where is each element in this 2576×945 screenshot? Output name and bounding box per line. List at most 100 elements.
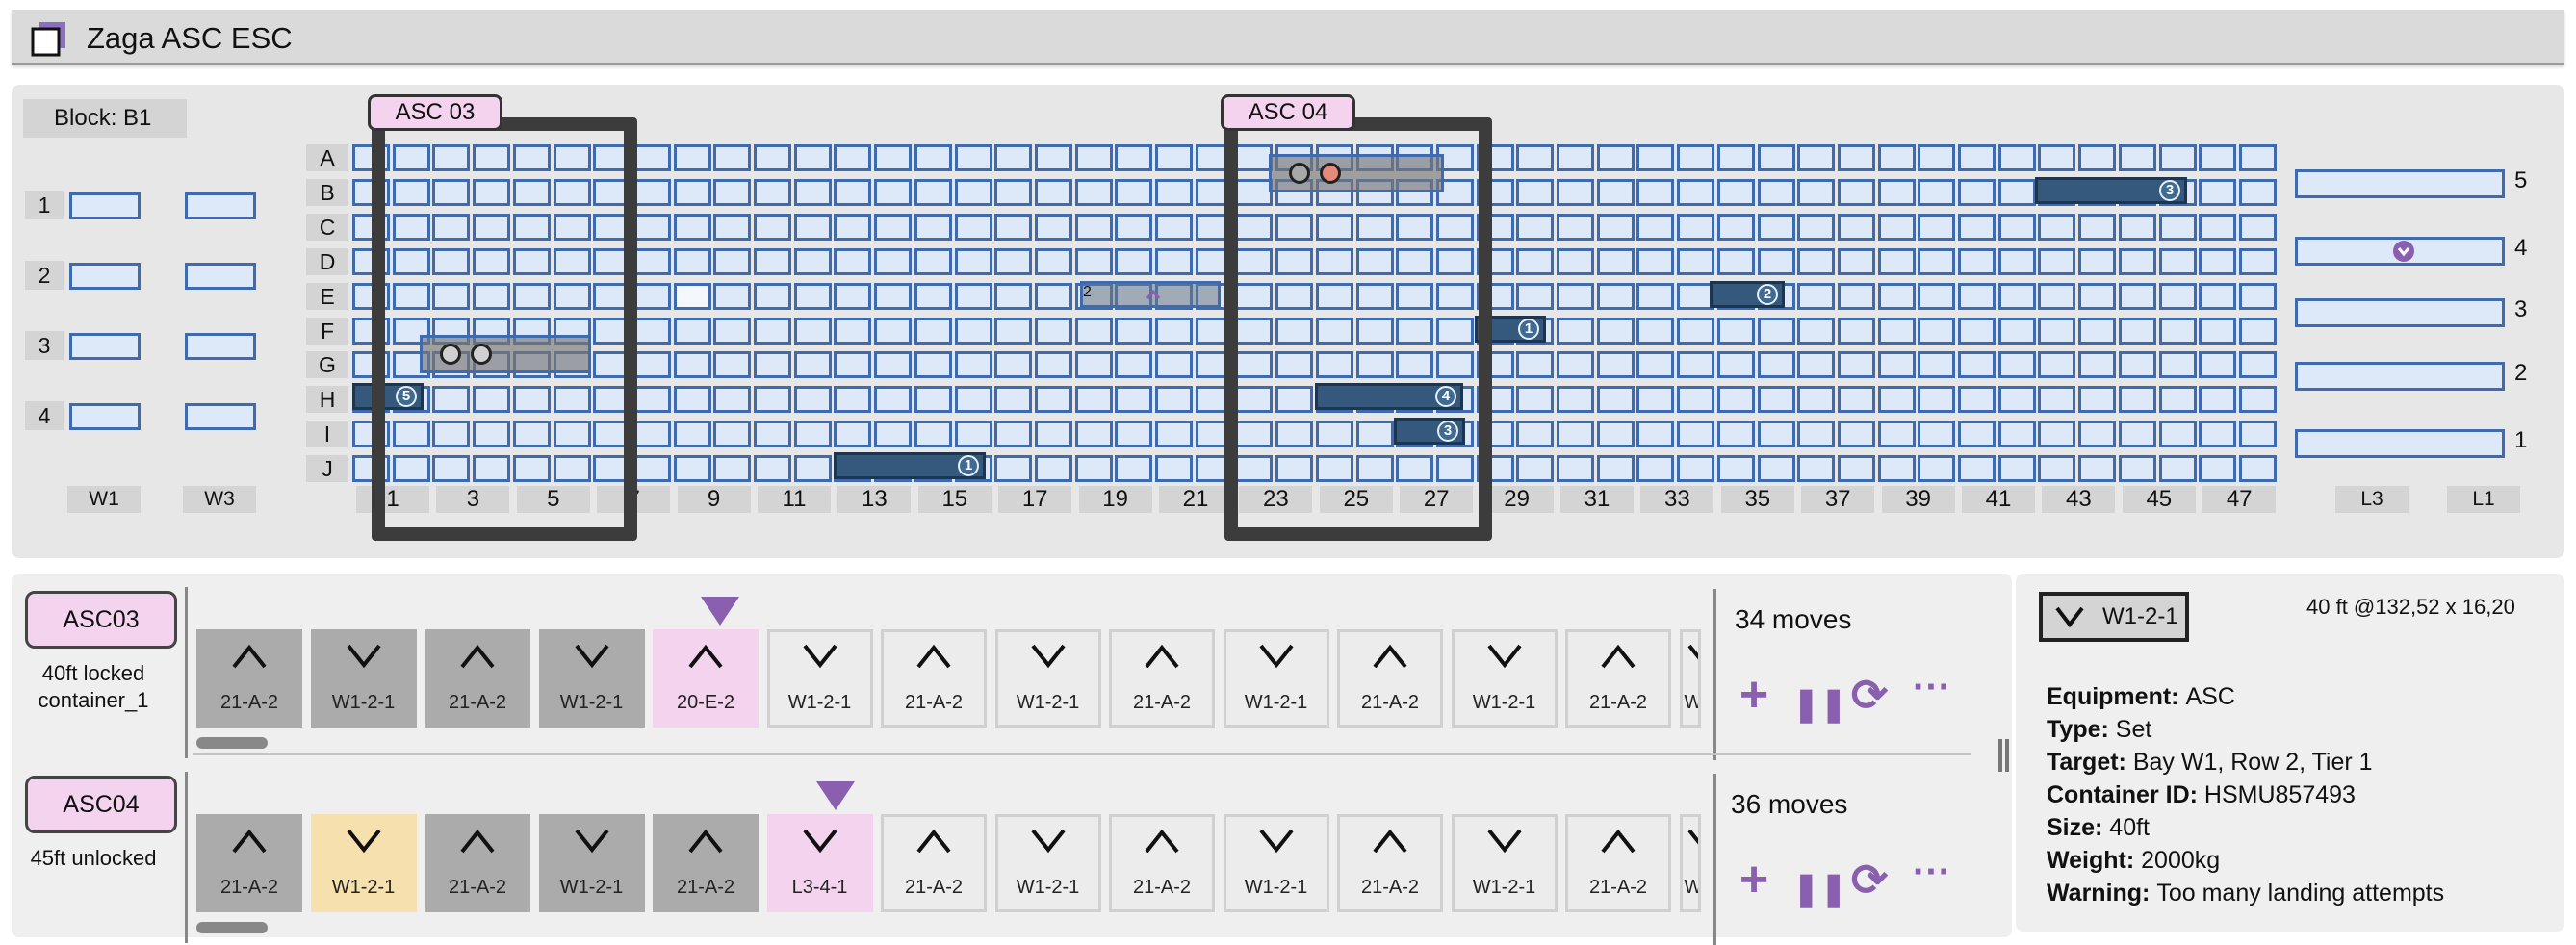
slot-cell[interactable] — [632, 317, 671, 345]
slot-cell[interactable] — [1918, 386, 1956, 414]
slot-cell[interactable] — [754, 213, 791, 241]
slot-cell[interactable] — [2199, 455, 2237, 483]
slot-cell[interactable] — [754, 421, 791, 448]
slot-cell[interactable] — [1516, 455, 1555, 483]
slot-cell[interactable] — [713, 178, 752, 206]
slot-cell[interactable] — [713, 421, 752, 448]
slot-cell[interactable] — [2158, 386, 2197, 414]
slot-cell[interactable] — [1716, 317, 1755, 345]
slot-cell[interactable] — [2238, 282, 2277, 310]
slot-cell[interactable] — [1797, 386, 1836, 414]
slot-cell[interactable] — [1918, 351, 1956, 379]
slot-cell[interactable] — [1155, 317, 1193, 345]
slot-cell[interactable] — [994, 247, 1033, 275]
landside-slot[interactable] — [2295, 298, 2505, 327]
slot-cell[interactable] — [1918, 282, 1956, 310]
slot-cell[interactable] — [1877, 386, 1916, 414]
slot-cell[interactable] — [793, 351, 832, 379]
slot-cell[interactable] — [713, 317, 752, 345]
waterside-slot[interactable] — [69, 403, 141, 430]
task-card[interactable]: 21-A-2 — [196, 629, 302, 728]
slot-cell[interactable] — [1636, 386, 1675, 414]
slot-cell[interactable] — [834, 421, 872, 448]
slot-cell[interactable] — [1958, 178, 1996, 206]
slot-cell[interactable] — [874, 144, 913, 171]
slot-cell[interactable] — [1997, 421, 2036, 448]
slot-cell[interactable] — [2199, 144, 2237, 171]
slot-cell[interactable] — [793, 282, 832, 310]
slot-cell[interactable] — [2238, 455, 2277, 483]
slot-cell[interactable] — [1557, 421, 1594, 448]
waterside-slot[interactable] — [185, 403, 256, 430]
slot-cell[interactable] — [1557, 178, 1594, 206]
slot-cell[interactable] — [1677, 317, 1715, 345]
slot-cell[interactable] — [1155, 351, 1193, 379]
slot-cell[interactable] — [1677, 247, 1715, 275]
more-options-button[interactable]: ··· — [1908, 662, 1956, 712]
slot-cell[interactable] — [1034, 317, 1072, 345]
slot-cell[interactable] — [1034, 455, 1072, 483]
slot-cell[interactable] — [2118, 213, 2156, 241]
slot-cell[interactable] — [2078, 317, 2117, 345]
slot-cell[interactable] — [2238, 213, 2277, 241]
slot-cell[interactable] — [2038, 386, 2076, 414]
slot-cell[interactable] — [1155, 386, 1193, 414]
slot-cell[interactable] — [1837, 247, 1875, 275]
slot-cell[interactable] — [1636, 317, 1675, 345]
slot-cell[interactable] — [1837, 144, 1875, 171]
slot-cell[interactable] — [632, 178, 671, 206]
slot-cell[interactable] — [1837, 282, 1875, 310]
slot-cell[interactable] — [793, 178, 832, 206]
task-card[interactable]: 21-A-2 — [881, 629, 987, 728]
slot-cell[interactable] — [2078, 351, 2117, 379]
slot-cell[interactable] — [2238, 247, 2277, 275]
pause-button[interactable]: ❚❚ — [1792, 679, 1847, 729]
slot-cell[interactable] — [2078, 386, 2117, 414]
slot-cell[interactable] — [1636, 178, 1675, 206]
slot-cell[interactable] — [1958, 144, 1996, 171]
slot-cell[interactable] — [2038, 351, 2076, 379]
slot-cell[interactable] — [1837, 386, 1875, 414]
slot-cell[interactable] — [1636, 144, 1675, 171]
slot-cell[interactable] — [2078, 282, 2117, 310]
slot-cell[interactable] — [1034, 247, 1072, 275]
slot-cell[interactable] — [1636, 455, 1675, 483]
slot-cell[interactable] — [2238, 421, 2277, 448]
container-block[interactable]: 2 — [1080, 281, 1221, 308]
pause-button[interactable]: ❚❚ — [1792, 864, 1847, 914]
slot-cell[interactable] — [1837, 455, 1875, 483]
slot-cell[interactable] — [1958, 247, 1996, 275]
slot-cell[interactable] — [2118, 317, 2156, 345]
slot-cell[interactable] — [1677, 386, 1715, 414]
slot-cell[interactable] — [1516, 421, 1555, 448]
task-card[interactable]: 21-A-2 — [1337, 629, 1443, 728]
container-block[interactable]: 1 — [834, 452, 986, 479]
slot-cell[interactable] — [754, 178, 791, 206]
slot-cell[interactable] — [1877, 213, 1916, 241]
slot-cell[interactable] — [2158, 317, 2197, 345]
slot-cell[interactable] — [713, 282, 752, 310]
slot-cell[interactable] — [1516, 178, 1555, 206]
task-card[interactable]: W1-2-1 — [766, 629, 873, 728]
slot-cell[interactable] — [632, 455, 671, 483]
slot-cell[interactable] — [834, 247, 872, 275]
slot-cell[interactable] — [1557, 317, 1594, 345]
slot-cell[interactable] — [793, 247, 832, 275]
slot-cell[interactable] — [1716, 455, 1755, 483]
slot-cell[interactable] — [754, 247, 791, 275]
slot-cell[interactable] — [1516, 144, 1555, 171]
slot-cell[interactable] — [2199, 178, 2237, 206]
slot-cell[interactable] — [1596, 351, 1635, 379]
slot-cell[interactable] — [673, 282, 711, 310]
slot-cell[interactable] — [754, 144, 791, 171]
slot-cell[interactable] — [2038, 317, 2076, 345]
task-card[interactable]: W1-2-1 — [1451, 814, 1558, 912]
slot-cell[interactable] — [994, 455, 1033, 483]
slot-cell[interactable] — [874, 421, 913, 448]
slot-cell[interactable] — [2238, 178, 2277, 206]
panel-resize-handle[interactable] — [1998, 739, 2002, 772]
slot-cell[interactable] — [632, 351, 671, 379]
slot-cell[interactable] — [1034, 351, 1072, 379]
slot-cell[interactable] — [994, 282, 1033, 310]
slot-cell[interactable] — [2158, 421, 2197, 448]
